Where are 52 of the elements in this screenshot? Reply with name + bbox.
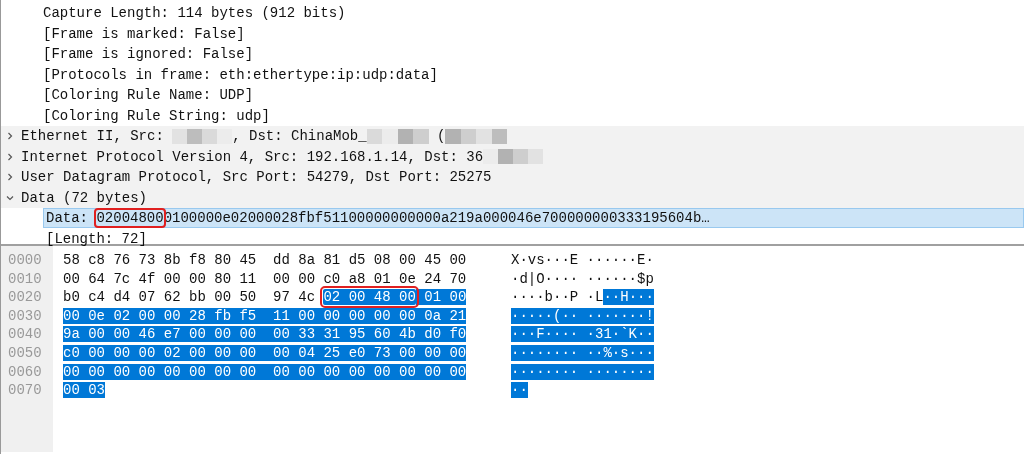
offset-label: 0000 [8,251,43,270]
redaction-blur [366,128,429,144]
detail-field[interactable]: [Coloring Rule Name: UDP] [43,87,254,104]
ascii-bytes[interactable]: ····b··P ·L [511,289,604,306]
redaction-blur [172,128,233,144]
detail-field[interactable]: Capture Length: 114 bytes (912 bits) [43,5,346,22]
protocol-summary-text: Ethernet II, Src: [21,128,165,145]
hex-bytes[interactable]: b0 c4 d4 07 62 bb 00 50 97 4c [63,289,324,306]
hex-bytes[interactable]: 02 00 48 00 [323,289,416,306]
detail-field[interactable]: [Length: 72] [43,228,150,249]
offset-label: 0060 [8,362,43,382]
offset-label: 0040 [8,325,43,344]
chevron-right-icon[interactable] [5,151,15,162]
ascii-bytes[interactable]: ··H··· [603,289,654,306]
hex-bytes[interactable]: c0 00 00 00 02 00 00 00 00 04 25 e0 73 00 00 00 [63,344,467,361]
chevron-right-icon[interactable] [5,131,15,142]
hex-bytes[interactable]: 00 64 7c 4f 00 00 80 11 00 00 c0 a8 01 0e 24 70 [63,270,467,287]
ascii-bytes[interactable]: X·vs···E ······E· [511,252,654,268]
chevron-right-icon[interactable] [5,172,15,183]
redaction-blur [445,128,508,144]
ascii-bytes[interactable]: ········ ··%·s··· [511,344,654,361]
hex-bytes[interactable]: 58 c8 76 73 8b f8 80 45 dd 8a 81 d5 08 00 45 00 [63,252,467,268]
protocol-summary-text: Data (72 bytes) [21,189,148,206]
protocol-row[interactable]: Data (72 bytes) [1,187,1024,208]
protocol-row[interactable]: Internet Protocol Version 4, Src: 192.168.1.14, Dst: 36 [1,146,1024,167]
hex-bytes[interactable]: 00 03 [63,382,105,399]
detail-field[interactable]: Data: 02004800 0100000e02000028fbf51100000000000a219a000046e700000000333195604b… [43,208,1024,229]
offset-label: 0050 [8,343,43,363]
detail-field[interactable]: [Coloring Rule String: udp] [43,107,270,124]
ascii-bytes[interactable]: ···F···· ·31·`K·· [511,326,654,343]
ascii-bytes[interactable]: ·· [511,382,528,399]
protocol-summary-text: ( [436,128,446,145]
protocol-row[interactable]: Ethernet II, Src: , Dst: ChinaMob_ ( [1,126,1024,147]
detail-field[interactable]: [Frame is ignored: False] [43,46,254,63]
protocol-summary-text: , Dst: ChinaMob_ [232,128,367,145]
hex-bytes[interactable]: 00 0e 02 00 00 28 fb f5 11 00 00 00 00 00 0a 21 [63,307,467,324]
offset-label: 0020 [8,288,43,307]
offset-label: 0030 [8,306,43,326]
redaction-blur [483,149,544,165]
offset-label: 0070 [8,381,43,400]
hex-bytes[interactable]: 01 00 [415,289,467,306]
protocol-summary-text: User Datagram Protocol, Src Port: 54279, Dst Port: 25275 [21,169,492,186]
hex-bytes[interactable]: 9a 00 00 46 e7 00 00 00 00 33 31 95 60 4b d0 f0 [63,326,467,343]
detail-field[interactable]: [Frame is marked: False] [43,25,245,42]
ascii-bytes[interactable]: ········ ········ [511,363,654,380]
protocol-summary-text: Internet Protocol Version 4, Src: 192.168.1.14, Dst: 36 [21,148,484,165]
hex-bytes[interactable]: 00 00 00 00 00 00 00 00 00 00 00 00 00 00 00 00 [63,363,467,380]
ascii-bytes[interactable]: ·d|O···· ······$p [511,270,654,287]
ascii-bytes[interactable]: ·····(·· ·······! [511,307,654,324]
detail-field[interactable]: [Protocols in frame: eth:ethertype:ip:udp:data] [43,66,438,83]
offset-label: 0010 [8,269,43,289]
protocol-row[interactable]: User Datagram Protocol, Src Port: 54279, Dst Port: 25275 [1,167,1024,188]
